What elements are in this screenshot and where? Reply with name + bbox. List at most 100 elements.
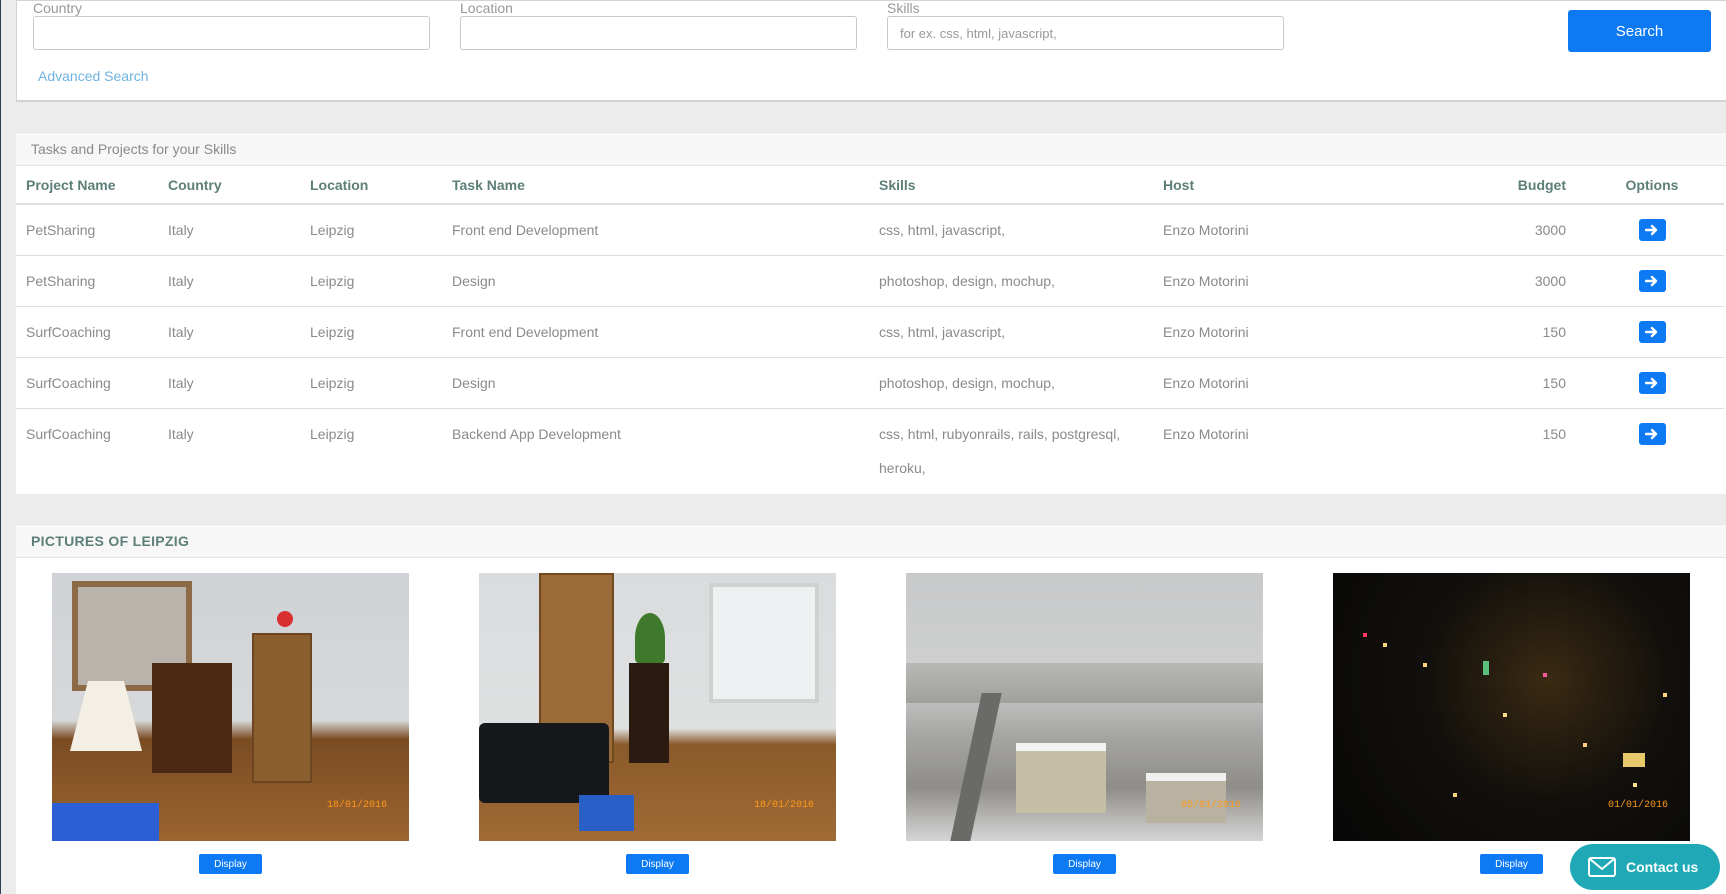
advanced-search-link[interactable]: Advanced Search (38, 68, 149, 84)
table-row: SurfCoaching Italy Leipzig Backend App D… (16, 408, 1724, 485)
table-row: PetSharing Italy Leipzig Design photosho… (16, 255, 1724, 307)
tasks-table: Project Name Country Location Task Name … (16, 166, 1724, 485)
column-header-host[interactable]: Host (1153, 166, 1324, 205)
cell-location: Leipzig (300, 306, 442, 358)
door-shape (252, 633, 312, 783)
picture-thumbnail[interactable]: 18/01/2016 (52, 573, 409, 841)
cell-host: Enzo Motorini (1153, 306, 1324, 358)
sofa-shape (479, 723, 609, 803)
cell-country: Italy (158, 255, 300, 307)
display-button[interactable]: Display (1480, 854, 1543, 874)
cell-host: Enzo Motorini (1153, 204, 1324, 256)
search-button[interactable]: Search (1568, 10, 1711, 52)
basket-shape (579, 795, 634, 831)
cell-budget: 150 (1324, 357, 1580, 409)
cabinet-shape (152, 663, 232, 773)
cell-budget: 150 (1542, 425, 1566, 442)
cell-options (1580, 306, 1724, 358)
country-field-group: Country (33, 1, 430, 50)
table-row: SurfCoaching Italy Leipzig Front end Dev… (16, 306, 1724, 358)
cell-location: Leipzig (310, 425, 355, 442)
search-panel: Country Location Skills Search Advanced … (16, 0, 1726, 102)
window-shape (709, 583, 819, 703)
city-lights-shape (1363, 633, 1367, 637)
arrow-right-icon (1645, 428, 1658, 439)
cell-options (1580, 408, 1724, 485)
cell-skills: photoshop, design, mochup, (869, 357, 1153, 409)
pictures-heading: PICTURES OF LEIPZIG (16, 524, 1726, 558)
skyline-shape (906, 663, 1263, 703)
building-shape (1016, 743, 1106, 813)
picture-thumbnail[interactable]: 18/01/2016 (479, 573, 836, 841)
plant-shape (635, 613, 665, 663)
contact-us-label: Contact us (1626, 859, 1699, 875)
tasks-heading: Tasks and Projects for your Skills (16, 132, 1726, 166)
bookshelf-shape (629, 663, 669, 763)
photo-date-stamp: 18/01/2016 (326, 800, 387, 811)
table-row: PetSharing Italy Leipzig Front end Devel… (16, 204, 1724, 256)
photo-date-stamp: 05/01/2016 (1180, 800, 1241, 811)
skills-label: Skills (887, 0, 920, 16)
cell-task: Backend App Development (452, 425, 621, 442)
lit-window-shape (1623, 753, 1645, 767)
cell-options (1580, 204, 1724, 256)
photo-date-stamp: 18/01/2016 (753, 800, 814, 811)
location-field-group: Location (460, 1, 857, 50)
column-header-budget[interactable]: Budget (1324, 166, 1580, 205)
country-label: Country (33, 0, 83, 16)
street-shape (950, 693, 1002, 841)
cell-project: SurfCoaching (26, 425, 111, 442)
cell-country: Italy (158, 204, 300, 256)
arrow-right-icon (1645, 377, 1658, 388)
envelope-icon (1588, 857, 1616, 877)
column-header-task[interactable]: Task Name (442, 166, 869, 205)
cell-project: PetSharing (16, 204, 158, 256)
table-row: SurfCoaching Italy Leipzig Design photos… (16, 357, 1724, 409)
column-header-location[interactable]: Location (300, 166, 442, 205)
column-header-project[interactable]: Project Name (16, 166, 158, 205)
location-label: Location (460, 0, 513, 16)
open-task-button[interactable] (1638, 371, 1666, 394)
cell-project: SurfCoaching (16, 306, 158, 358)
cell-options (1580, 255, 1724, 307)
open-task-button[interactable] (1638, 219, 1666, 241)
cell-country: Italy (168, 425, 194, 442)
cell-task: Design (442, 255, 869, 307)
display-button[interactable]: Display (626, 854, 689, 874)
cell-budget: 150 (1324, 306, 1580, 358)
column-header-options: Options (1580, 166, 1724, 205)
column-header-country[interactable]: Country (158, 166, 300, 205)
cell-skills: css, html, rubyonrails, rails, postgresq… (879, 425, 1121, 476)
column-header-skills[interactable]: Skills (869, 166, 1153, 205)
window-edge (0, 0, 1, 894)
contact-us-button[interactable]: Contact us (1570, 844, 1720, 890)
cell-country: Italy (158, 306, 300, 358)
cell-skills: photoshop, design, mochup, (869, 255, 1153, 307)
picture-thumbnail[interactable]: 05/01/2016 (906, 573, 1263, 841)
open-task-button[interactable] (1638, 320, 1666, 343)
skills-input[interactable] (887, 16, 1284, 50)
location-input[interactable] (460, 16, 857, 50)
country-input[interactable] (33, 16, 430, 50)
clock-shape (277, 611, 293, 627)
cell-budget: 3000 (1324, 204, 1580, 256)
cell-host: Enzo Motorini (1153, 255, 1324, 307)
cell-skills: css, html, javascript, (869, 306, 1153, 358)
cell-project: SurfCoaching (16, 357, 158, 409)
skills-field-group: Skills (887, 1, 1284, 50)
arrow-right-icon (1645, 275, 1658, 286)
open-task-button[interactable] (1638, 422, 1666, 445)
cell-options (1580, 357, 1724, 409)
cell-project: PetSharing (16, 255, 158, 307)
photo-date-stamp: 01/01/2016 (1607, 800, 1668, 811)
building-shape (1146, 773, 1226, 823)
picture-thumbnail[interactable]: 01/01/2016 (1333, 573, 1690, 841)
cell-task: Design (442, 357, 869, 409)
display-button[interactable]: Display (199, 854, 262, 874)
tasks-panel: Tasks and Projects for your Skills Proje… (16, 132, 1726, 494)
display-button[interactable]: Display (1053, 854, 1116, 874)
arrow-right-icon (1645, 224, 1658, 236)
cell-task: Front end Development (442, 306, 869, 358)
open-task-button[interactable] (1638, 269, 1666, 292)
tower-shape (1483, 661, 1489, 675)
